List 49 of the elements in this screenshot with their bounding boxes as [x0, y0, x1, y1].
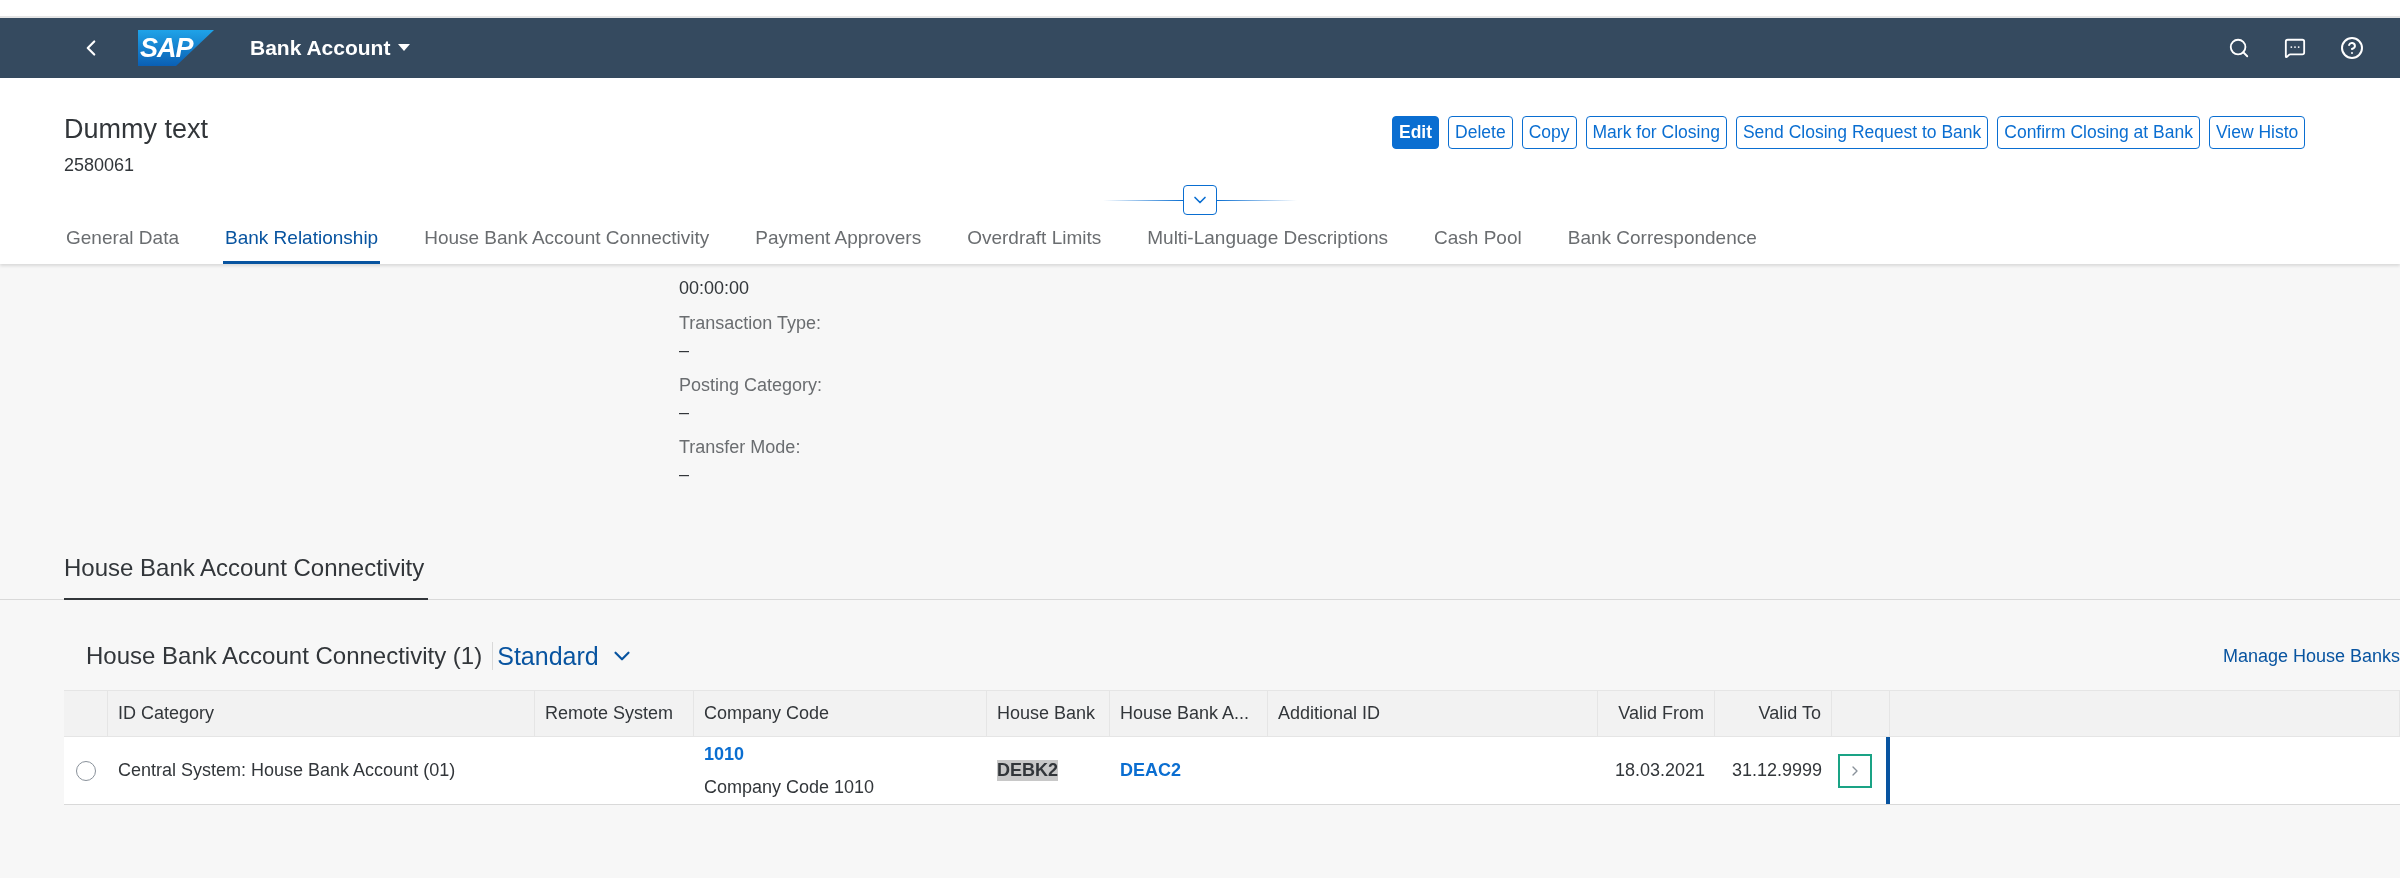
field-value: 00:00:00: [679, 278, 751, 299]
variant-selector[interactable]: Standard: [497, 641, 635, 671]
table-link[interactable]: DEAC2: [1120, 760, 1181, 781]
field-value: –: [679, 340, 690, 361]
column-header: Additional ID: [1268, 690, 1598, 737]
tab[interactable]: Overdraft Limits: [965, 219, 1104, 264]
navigation-button[interactable]: [1838, 753, 1872, 788]
tab[interactable]: Cash Pool: [1432, 219, 1524, 264]
object-subtitle: 2580061: [64, 155, 136, 176]
tab[interactable]: Multi-Language Descriptions: [1145, 219, 1391, 264]
caret-icon: [398, 44, 411, 52]
action-button[interactable]: Send Closing Request to Bank: [1735, 116, 1989, 149]
object-title: Dummy text: [64, 114, 209, 145]
tab[interactable]: Bank Correspondence: [1565, 219, 1759, 264]
tab[interactable]: Payment Approvers: [753, 219, 924, 264]
table-link[interactable]: 1010: [704, 743, 745, 765]
column-header: House Bank: [987, 690, 1110, 737]
logo: SAP: [138, 30, 214, 66]
field-label: Posting Category:: [679, 375, 824, 396]
field-value: –: [679, 402, 690, 423]
field-value: –: [679, 464, 690, 485]
column-header: House Bank A...: [1110, 690, 1268, 737]
column-header: ID Category: [108, 690, 535, 737]
action-button[interactable]: Mark for Closing: [1585, 116, 1727, 149]
app-title-menu[interactable]: Bank Account: [250, 36, 411, 60]
action-button[interactable]: Copy: [1521, 116, 1577, 149]
table-cell-text: 18.03.2021: [1614, 760, 1705, 781]
table-cell-text: Company Code 1010: [704, 776, 875, 798]
column-header: Valid To: [1715, 690, 1832, 737]
highlighted-text: DEBK2: [997, 760, 1058, 781]
table-cell-text: Central System: House Bank Account (01): [118, 760, 456, 781]
tab[interactable]: Bank Relationship: [223, 219, 381, 264]
action-button[interactable]: View Histo: [2208, 116, 2306, 149]
section-title: House Bank Account Connectivity: [64, 554, 429, 600]
tab[interactable]: General Data: [64, 219, 181, 264]
column-header: Remote System: [535, 690, 694, 737]
row-radio[interactable]: [76, 760, 96, 781]
table-title: House Bank Account Connectivity (1): [86, 642, 494, 670]
tab[interactable]: House Bank Account Connectivity: [422, 219, 712, 264]
action-button[interactable]: Edit: [1392, 116, 1440, 149]
column-header: Company Code: [694, 690, 987, 737]
action-button[interactable]: Confirm Closing at Bank: [1997, 116, 2200, 149]
manage-link[interactable]: Manage House Banks: [2222, 645, 2400, 667]
field-label: Transfer Mode:: [679, 437, 802, 458]
field-label: Transaction Type:: [679, 313, 823, 334]
collapse-header-button[interactable]: [1183, 185, 1217, 215]
column-header: Valid From: [1598, 690, 1715, 737]
action-button[interactable]: Delete: [1448, 116, 1513, 149]
table-cell-text: 31.12.9999: [1731, 760, 1822, 781]
